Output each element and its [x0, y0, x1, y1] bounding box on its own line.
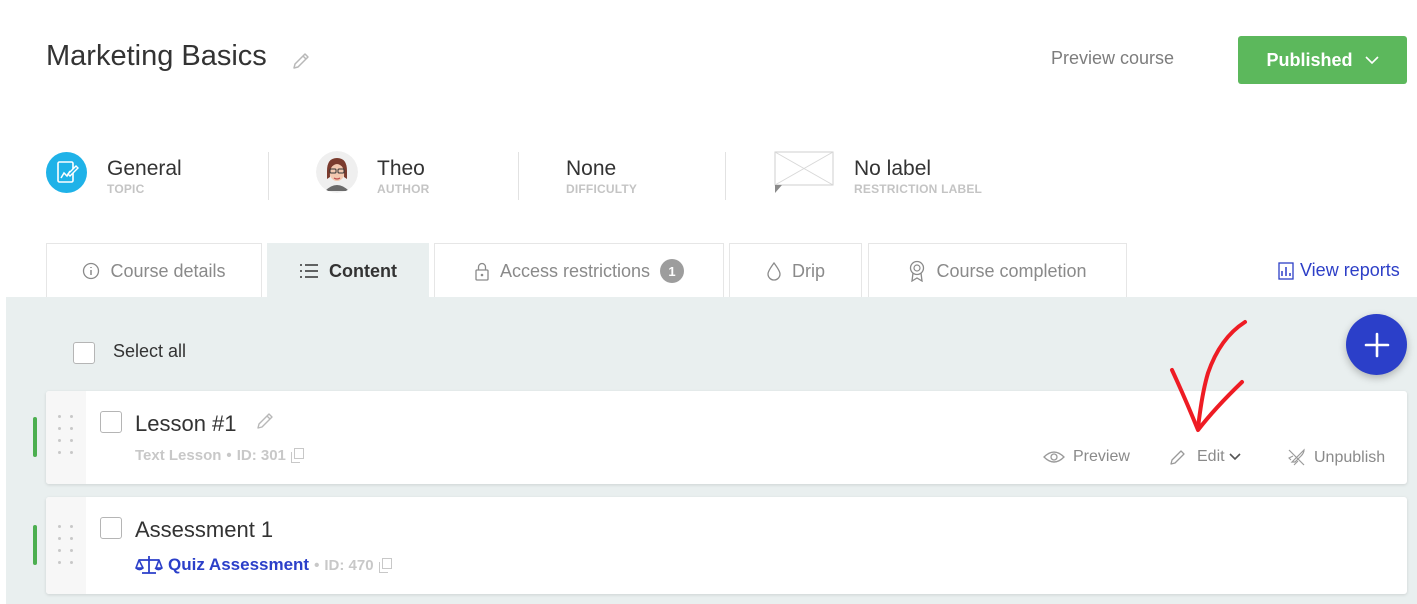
tab-label: Course completion [936, 260, 1087, 281]
list-icon [300, 264, 318, 278]
tab-label: Course details [110, 260, 226, 281]
author-value: Theo [377, 156, 425, 180]
item-meta: Text Lesson • ID: 301 [135, 447, 304, 464]
item-title: Assessment 1 [135, 517, 274, 542]
view-reports-link[interactable]: View reports [1278, 260, 1400, 281]
separator-dot: • [226, 447, 232, 464]
restriction-label-value: No label [854, 156, 932, 180]
tab-drip[interactable]: Drip [729, 243, 862, 298]
published-indicator [33, 525, 37, 565]
published-indicator [33, 417, 37, 457]
preview-course-link[interactable]: Preview course [1051, 48, 1174, 69]
drop-icon [767, 261, 781, 281]
list-item-lesson [46, 391, 1407, 484]
meta-divider [518, 152, 519, 200]
list-item-assessment [46, 497, 1407, 594]
add-content-button[interactable] [1346, 314, 1407, 375]
topic-label: TOPIC [107, 181, 145, 196]
published-status-button[interactable]: Published [1238, 36, 1407, 84]
tab-label: Content [329, 260, 397, 281]
tab-access-restrictions[interactable]: Access restrictions 1 [434, 243, 724, 298]
restriction-label-caption: RESTRICTION LABEL [854, 181, 983, 196]
preview-label: Preview [1073, 448, 1130, 465]
author-avatar [316, 151, 358, 193]
edit-item-title-pencil-icon[interactable] [254, 410, 276, 437]
unpublish-rocket-icon [1288, 448, 1305, 466]
scales-icon [135, 556, 163, 574]
edit-label: Edit [1197, 448, 1225, 465]
restriction-label-image-icon [774, 151, 834, 193]
tab-label: Access restrictions [499, 260, 651, 281]
unpublish-label: Unpublish [1314, 448, 1386, 466]
tab-content[interactable]: Content [267, 243, 429, 298]
author-label: AUTHOR [377, 181, 430, 196]
item-title: Lesson #1 [135, 411, 237, 436]
restriction-label-selector[interactable]: No label RESTRICTION LABEL [854, 150, 982, 202]
meta-divider [268, 152, 269, 200]
author-selector[interactable]: Theo AUTHOR [377, 150, 430, 202]
lock-icon [475, 262, 489, 281]
published-label: Published [1266, 49, 1353, 70]
eye-icon [1043, 451, 1065, 463]
award-icon [910, 260, 925, 282]
select-all-label: Select all [113, 341, 187, 361]
difficulty-label: DIFFICULTY [566, 181, 638, 196]
unpublish-item-button[interactable]: Unpublish [1287, 448, 1385, 467]
item-checkbox[interactable] [100, 411, 122, 433]
meta-divider [725, 152, 726, 200]
difficulty-value: None [566, 156, 617, 180]
tab-course-details[interactable]: Course details [46, 243, 262, 298]
view-reports-label: View reports [1300, 260, 1400, 280]
item-meta: Quiz Assessment • ID: 470 [135, 554, 392, 576]
topic-value: General [107, 156, 182, 180]
tab-course-completion[interactable]: Course completion [868, 243, 1127, 298]
tab-label: Drip [791, 260, 825, 281]
restrictions-count-badge: 1 [660, 259, 685, 283]
copy-icon[interactable] [290, 448, 304, 463]
drag-handle[interactable] [46, 391, 86, 484]
info-circle-icon [83, 262, 100, 280]
chevron-down-icon [1364, 55, 1379, 64]
topic-icon [46, 152, 87, 193]
item-checkbox[interactable] [100, 517, 122, 539]
course-title: Marketing Basics [46, 40, 267, 72]
drag-dots-icon [58, 415, 74, 454]
drag-handle[interactable] [46, 497, 86, 594]
difficulty-selector[interactable]: None DIFFICULTY [566, 150, 637, 202]
item-type-link[interactable]: Quiz Assessment [168, 555, 309, 575]
chevron-down-icon [1229, 453, 1241, 461]
edit-title-pencil-icon[interactable] [290, 50, 312, 72]
report-chart-icon [1278, 261, 1294, 280]
edit-item-dropdown[interactable]: Edit [1169, 448, 1241, 466]
select-all-checkbox[interactable] [73, 342, 95, 364]
item-type: Text Lesson [135, 447, 222, 464]
topic-selector[interactable]: General TOPIC [107, 150, 182, 202]
separator-dot: • [314, 556, 320, 574]
item-id: ID: 470 [324, 556, 374, 574]
plus-icon [1364, 332, 1389, 357]
item-id: ID: 301 [236, 447, 286, 464]
copy-icon[interactable] [378, 557, 392, 573]
pencil-icon [1170, 450, 1185, 465]
drag-dots-icon [58, 525, 74, 564]
preview-item-button[interactable]: Preview [1043, 448, 1130, 466]
